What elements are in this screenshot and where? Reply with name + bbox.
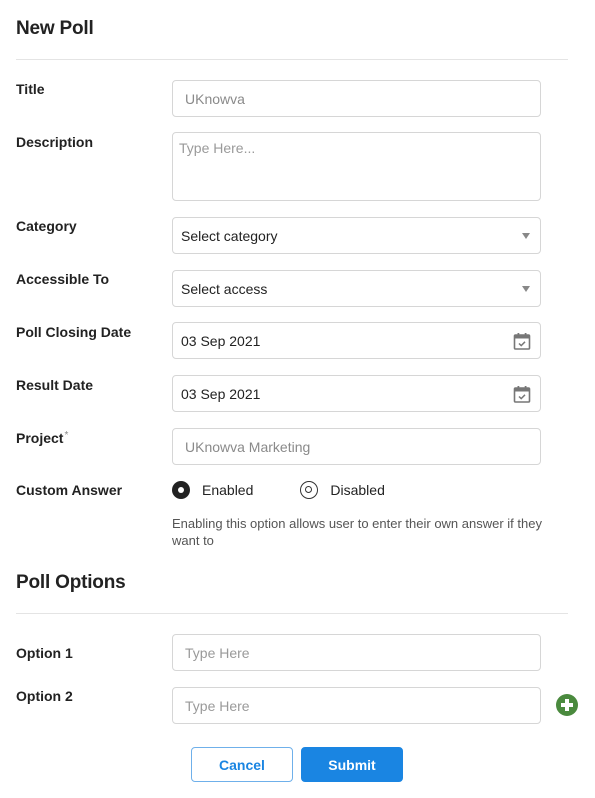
cancel-button[interactable]: Cancel	[191, 747, 293, 782]
project-label-text: Project	[16, 430, 64, 446]
option-2-label: Option 2	[16, 688, 73, 704]
poll-closing-date-value: 03 Sep 2021	[181, 332, 261, 349]
result-date-field[interactable]: 03 Sep 2021	[172, 375, 541, 412]
poll-closing-date-field[interactable]: 03 Sep 2021	[172, 322, 541, 359]
option-1-label: Option 1	[16, 645, 73, 661]
accessible-to-select[interactable]: Select access	[172, 270, 541, 307]
add-option-button[interactable]	[556, 694, 578, 716]
title-label: Title	[16, 81, 45, 97]
category-selected-value: Select category	[181, 227, 278, 244]
radio-enabled[interactable]: Enabled	[172, 481, 253, 499]
calendar-check-icon[interactable]	[512, 384, 532, 404]
category-label: Category	[16, 218, 77, 234]
radio-unchecked-icon	[300, 481, 319, 499]
option-1-input[interactable]	[185, 644, 528, 661]
radio-disabled-label: Disabled	[330, 482, 385, 498]
chevron-down-icon	[522, 232, 530, 239]
accessible-to-label: Accessible To	[16, 271, 110, 287]
poll-closing-date-label: Poll Closing Date	[16, 324, 132, 340]
accessible-to-selected-value: Select access	[181, 280, 268, 297]
poll-options-title: Poll Options	[16, 572, 126, 593]
custom-answer-radio-group: Enabled Disabled	[172, 481, 385, 499]
poll-options-divider	[16, 613, 568, 614]
description-field[interactable]	[172, 132, 541, 201]
category-select[interactable]: Select category	[172, 217, 541, 254]
project-field[interactable]	[172, 428, 541, 465]
custom-answer-label: Custom Answer	[16, 482, 123, 498]
radio-checked-icon	[172, 481, 190, 499]
title-input[interactable]	[185, 90, 528, 107]
title-field[interactable]	[172, 80, 541, 117]
description-input[interactable]	[179, 140, 534, 193]
chevron-down-icon	[522, 285, 530, 292]
option-1-field[interactable]	[172, 634, 541, 671]
description-label: Description	[16, 134, 94, 150]
result-date-value: 03 Sep 2021	[181, 385, 261, 402]
header-divider	[16, 59, 568, 60]
project-input[interactable]	[185, 438, 528, 455]
option-2-input[interactable]	[185, 697, 528, 714]
required-mark: *	[64, 430, 69, 441]
option-2-field[interactable]	[172, 687, 541, 724]
result-date-label: Result Date	[16, 377, 94, 393]
project-label: Project*	[16, 430, 68, 446]
custom-answer-hint: Enabling this option allows user to ente…	[172, 516, 542, 548]
radio-enabled-label: Enabled	[202, 482, 254, 498]
submit-button[interactable]: Submit	[301, 747, 403, 782]
radio-disabled[interactable]: Disabled	[300, 481, 385, 499]
calendar-check-icon[interactable]	[512, 331, 532, 351]
page-title: New Poll	[16, 18, 94, 39]
